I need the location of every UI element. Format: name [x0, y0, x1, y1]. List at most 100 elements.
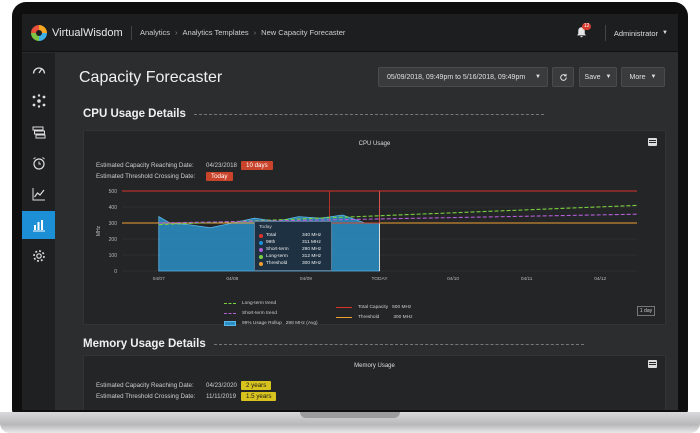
sidebar [22, 53, 55, 410]
legend-short-term[interactable]: Short-term trend [224, 311, 277, 316]
app-logo[interactable]: VirtualWisdom [31, 24, 131, 41]
short-term-trend-line [158, 213, 638, 224]
legend-swatch [224, 313, 236, 314]
memory-section-header: Memory Usage Details [83, 338, 584, 350]
laptop-notch [300, 412, 400, 418]
y-tick-label: 500 [109, 189, 118, 195]
y-tick-label: 0 [114, 269, 117, 275]
cpu-usage-panel: CPU Usage Estimated Capacity Reaching Da… [83, 130, 666, 326]
x-tick-label: 04/10 [447, 276, 459, 282]
sidebar-item-analytics[interactable] [22, 211, 55, 239]
legend-rollup[interactable]: 99% Usage Rollup 298 MHz (Avg) [224, 321, 318, 326]
speedometer-icon [32, 67, 45, 74]
capacity-badge: 10 days [241, 161, 273, 170]
refresh-button[interactable] [552, 67, 574, 87]
legend-label: Short-term trend [242, 311, 277, 316]
tooltip-row-total: Total 340 MHz [259, 232, 327, 239]
sidebar-item-dashboard[interactable] [22, 56, 55, 84]
cpu-section-title: CPU Usage Details [83, 108, 186, 120]
divider [604, 25, 606, 41]
tooltip-row-short-term: Short-term 290 MHz [259, 246, 327, 253]
main-content: Capacity Forecaster 05/09/2018, 09:49pm … [55, 53, 678, 410]
tooltip-name: 99th [266, 240, 276, 245]
sidebar-item-inventory[interactable] [22, 118, 55, 146]
layers-icon [32, 126, 45, 139]
tooltip-name: Long-term [266, 254, 288, 259]
breadcrumb-analytics[interactable]: Analytics [140, 28, 170, 37]
tooltip-value: 312 MHz [302, 254, 322, 259]
tooltip-value: 340 MHz [302, 233, 322, 238]
date-range-picker[interactable]: 05/09/2018, 09:49pm to 5/16/2018, 09:49p… [378, 67, 548, 87]
chevron-right-icon: › [253, 28, 257, 37]
legend-threshold[interactable]: Threshold 300 MHz [336, 315, 413, 320]
tooltip-name: Threshold [266, 261, 288, 266]
memory-chart-title: Memory Usage [354, 363, 395, 369]
notifications-button[interactable]: 12 [575, 23, 592, 40]
tooltip-value: 300 MHz [302, 261, 322, 266]
threshold-label: Estimated Threshold Crossing Date: [96, 393, 196, 400]
alarm-clock-icon [32, 157, 45, 170]
more-label: More [629, 73, 646, 81]
sidebar-item-trends[interactable] [22, 180, 55, 208]
legend-swatch [336, 317, 352, 318]
legend-dot [259, 261, 263, 266]
tooltip-row-threshold: Threshold 300 MHz [259, 260, 327, 267]
tooltip-name: Total [266, 233, 277, 238]
top-right-controls: 12 Administrator ▼ [575, 14, 668, 52]
tooltip-name: Short-term [266, 247, 289, 252]
sidebar-item-topology[interactable] [22, 87, 55, 115]
time-range-button[interactable]: 1 day [637, 306, 655, 316]
more-button[interactable]: More ▼ [621, 67, 665, 87]
sidebar-item-alarms[interactable] [22, 149, 55, 177]
legend-total-capacity[interactable]: Total Capacity 500 MHz [336, 305, 411, 310]
date-range-value: 05/09/2018, 09:49pm to 5/16/2018, 09:49p… [387, 73, 526, 81]
logo-icon [31, 24, 47, 41]
app-name: VirtualWisdom [52, 26, 123, 39]
network-icon [32, 94, 45, 108]
legend-swatch [224, 321, 236, 326]
breadcrumb: Analytics › Analytics Templates › New Ca… [131, 25, 345, 40]
threshold-badge: 1.5 years [241, 392, 277, 401]
cpu-capacity-row: Estimated Capacity Reaching Date: 04/23/… [96, 161, 273, 170]
x-tick-label: 04/12 [594, 276, 606, 282]
x-tick-label: 04/08 [226, 276, 238, 282]
save-button[interactable]: Save ▼ [579, 67, 617, 87]
chart-tooltip: Today Total 340 MHz 99th 311 MHz Short-t… [254, 221, 332, 271]
x-tick-label: 04/09 [300, 276, 312, 282]
legend-dot [259, 254, 263, 259]
y-tick-label: 200 [109, 237, 118, 243]
memory-capacity-row: Estimated Capacity Reaching Date: 04/23/… [96, 381, 272, 390]
analytics-icon [32, 220, 45, 232]
legend-dot [259, 233, 263, 238]
cpu-chart-title: CPU Usage [358, 141, 391, 147]
page-title: Capacity Forecaster [79, 69, 223, 86]
trend-icon [32, 188, 45, 201]
top-bar: VirtualWisdom Analytics › Analytics Temp… [22, 14, 678, 52]
cpu-usage-chart[interactable]: 0 100 200 300 400 500 MHz 04/07 04/08 04/09 TODAY 0… [92, 186, 652, 296]
legend-value: 500 MHz [392, 305, 412, 310]
cpu-threshold-row: Estimated Threshold Crossing Date: Today [96, 172, 233, 181]
legend-dot [259, 240, 263, 245]
legend-swatch [336, 307, 352, 308]
legend-long-term[interactable]: Long-term trend [224, 301, 276, 306]
long-term-trend-line [158, 204, 638, 226]
legend-label: Long-term trend [242, 301, 277, 306]
caret-down-icon: ▼ [650, 74, 657, 80]
chart-menu-icon[interactable] [648, 360, 657, 368]
x-tick-label: 04/11 [521, 276, 533, 282]
legend-dot [259, 247, 263, 252]
threshold-date: 11/11/2019 [206, 393, 237, 400]
sidebar-item-settings[interactable] [22, 242, 55, 270]
legend-value: 300 MHz [393, 315, 413, 320]
tooltip-row-99th: 99th 311 MHz [259, 239, 327, 246]
caret-down-icon: ▼ [662, 30, 668, 36]
legend-label: Total Capacity [358, 305, 389, 310]
caret-down-icon: ▼ [605, 74, 612, 80]
user-menu[interactable]: Administrator [614, 29, 658, 38]
threshold-label: Estimated Threshold Crossing Date: [96, 173, 196, 180]
capacity-date: 04/23/2018 [206, 162, 237, 169]
chart-menu-icon[interactable] [648, 138, 657, 146]
gear-icon [32, 250, 45, 262]
breadcrumb-analytics-templates[interactable]: Analytics Templates [183, 28, 249, 37]
capacity-date: 04/23/2020 [206, 382, 237, 389]
